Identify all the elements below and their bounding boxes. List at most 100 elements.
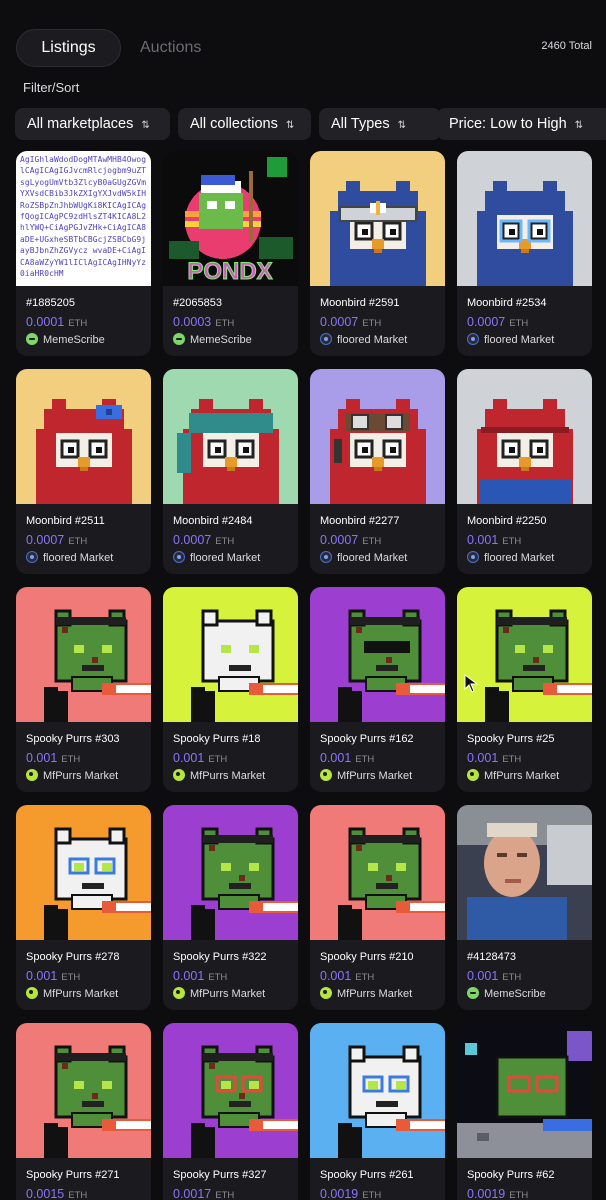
listing-artwork: AgIGhlaWdodDogMTAwMHB4OwoglCAgICAgIGJvcm… <box>16 151 151 286</box>
price-value: 0.0017 <box>173 1187 212 1200</box>
listing-artwork <box>457 1023 592 1158</box>
listing-tabs: Listings Auctions 2460 Total <box>16 28 592 68</box>
collection-filter[interactable]: All collections ⇅ <box>178 108 311 140</box>
marketplace-name: MfPurrs Market <box>337 988 413 1000</box>
listing-name: Moonbird #2277 <box>320 515 400 527</box>
price-unit: ETH <box>362 318 382 329</box>
listing-artwork <box>163 805 298 940</box>
marketplace-name: floored Market <box>484 552 555 564</box>
listing-card[interactable]: Moonbird #2250 0.001 ETH floored Market <box>457 369 592 574</box>
mfpurrs-market-icon <box>26 987 38 999</box>
marketplace-name: floored Market <box>337 334 408 346</box>
memescribe-icon <box>467 987 479 999</box>
listing-name: Moonbird #2534 <box>467 297 547 309</box>
listing-artwork <box>310 369 445 504</box>
price-value: 0.0007 <box>467 315 506 329</box>
mfpurrs-market-icon <box>320 987 332 999</box>
listing-card[interactable]: PONDX #2065853 0.0003 ETH MemeScribe <box>163 151 298 356</box>
listing-marketplace: MfPurrs Market <box>173 769 265 782</box>
listing-marketplace: floored Market <box>467 551 554 564</box>
price-unit: ETH <box>355 754 375 765</box>
chevron-updown-icon: ⇅ <box>141 120 150 131</box>
price-unit: ETH <box>502 754 522 765</box>
floored-market-icon <box>467 333 479 345</box>
price-value: 0.001 <box>320 969 352 983</box>
price-value: 0.0007 <box>320 315 359 329</box>
listing-card[interactable]: Spooky Purrs #620.0019ETHMfPurrs Market <box>457 1023 592 1200</box>
price-value: 0.001 <box>173 969 205 983</box>
listing-price: 0.0019 ETH <box>320 1187 381 1200</box>
filter-sort-label[interactable]: Filter/Sort <box>23 80 79 95</box>
listing-card[interactable]: #4128473 0.001 ETH MemeScribe <box>457 805 592 1010</box>
marketplace-name: MemeScribe <box>43 334 105 346</box>
listing-card[interactable]: Spooky Purrs #2710.0015ETHMfPurrs Market <box>16 1023 151 1200</box>
listing-price: 0.001 ETH <box>320 751 374 765</box>
floored-market-icon <box>320 333 332 345</box>
floored-market-icon <box>320 551 332 563</box>
listing-artwork <box>16 1023 151 1158</box>
listing-artwork <box>310 805 445 940</box>
price-value: 0.001 <box>467 533 499 547</box>
listing-card[interactable]: Spooky Purrs #303 0.001 ETH MfPurrs Market <box>16 587 151 792</box>
listing-artwork <box>163 369 298 504</box>
mfpurrs-market-icon <box>173 769 185 781</box>
price-value: 0.0007 <box>26 533 65 547</box>
listing-card[interactable]: Spooky Purrs #278 0.001 ETH MfPurrs Market <box>16 805 151 1010</box>
listing-card[interactable]: Moonbird #2511 0.0007 ETH floored Market <box>16 369 151 574</box>
marketplace-name: MfPurrs Market <box>43 770 119 782</box>
listing-name: Spooky Purrs #25 <box>467 733 555 745</box>
price-unit: ETH <box>208 972 228 983</box>
price-unit: ETH <box>208 754 228 765</box>
type-filter[interactable]: All Types ⇅ <box>319 108 441 140</box>
tab-auctions[interactable]: Auctions <box>140 29 201 67</box>
price-value: 0.001 <box>467 751 499 765</box>
tab-listings[interactable]: Listings <box>16 29 121 67</box>
marketplace-name: MfPurrs Market <box>190 770 266 782</box>
listing-marketplace: MfPurrs Market <box>320 769 412 782</box>
chevron-updown-icon: ⇅ <box>574 120 584 131</box>
listing-artwork <box>457 587 592 722</box>
listing-card[interactable]: Spooky Purrs #322 0.001 ETH MfPurrs Market <box>163 805 298 1010</box>
listing-name: #1885205 <box>26 297 75 309</box>
listing-card[interactable]: Moonbird #2591 0.0007 ETH floored Market <box>310 151 445 356</box>
listing-marketplace: MemeScribe <box>173 333 252 346</box>
listing-marketplace: MfPurrs Market <box>173 987 265 1000</box>
type-filter-label: All Types <box>331 116 390 132</box>
listing-name: Spooky Purrs #62 <box>467 1169 555 1181</box>
listing-marketplace: MemeScribe <box>26 333 105 346</box>
price-unit: ETH <box>61 754 81 765</box>
listing-marketplace: MfPurrs Market <box>467 769 559 782</box>
listing-card[interactable]: Spooky Purrs #2610.0019ETHMfPurrs Market <box>310 1023 445 1200</box>
listing-artwork <box>163 587 298 722</box>
listing-card[interactable]: Moonbird #2534 0.0007 ETH floored Market <box>457 151 592 356</box>
marketplace-name: MemeScribe <box>190 334 252 346</box>
total-count: 2460 Total <box>541 40 592 52</box>
mfpurrs-market-icon <box>173 987 185 999</box>
listing-card[interactable]: Spooky Purrs #210 0.001 ETH MfPurrs Market <box>310 805 445 1010</box>
sort-select[interactable]: Price: Low to High ⇅ <box>437 108 606 140</box>
price-unit: ETH <box>502 972 522 983</box>
listing-price: 0.0007 ETH <box>320 315 381 329</box>
listing-card[interactable]: Moonbird #2277 0.0007 ETH floored Market <box>310 369 445 574</box>
price-unit: ETH <box>215 318 235 329</box>
marketplace-name: floored Market <box>484 334 555 346</box>
marketplace-name: MfPurrs Market <box>337 770 413 782</box>
listing-name: Spooky Purrs #18 <box>173 733 261 745</box>
marketplace-filter[interactable]: All marketplaces ⇅ <box>15 108 170 140</box>
listing-name: Moonbird #2484 <box>173 515 253 527</box>
listing-card[interactable]: Spooky Purrs #162 0.001 ETH MfPurrs Market <box>310 587 445 792</box>
listing-card[interactable]: Moonbird #2484 0.0007 ETH floored Market <box>163 369 298 574</box>
floored-market-icon <box>173 551 185 563</box>
listing-card[interactable]: Spooky Purrs #18 0.001 ETH MfPurrs Market <box>163 587 298 792</box>
listing-card[interactable]: AgIGhlaWdodDogMTAwMHB4OwoglCAgICAgIGJvcm… <box>16 151 151 356</box>
floored-market-icon <box>26 551 38 563</box>
price-value: 0.001 <box>173 751 205 765</box>
marketplace-name: MemeScribe <box>484 988 546 1000</box>
listing-marketplace: floored Market <box>320 333 407 346</box>
listing-price: 0.001 ETH <box>26 751 80 765</box>
sort-select-label: Price: Low to High <box>449 116 567 132</box>
listing-name: Spooky Purrs #162 <box>320 733 414 745</box>
listing-name: Moonbird #2591 <box>320 297 400 309</box>
price-value: 0.0019 <box>467 1187 506 1200</box>
listing-card[interactable]: Spooky Purrs #3270.0017ETHMfPurrs Market <box>163 1023 298 1200</box>
